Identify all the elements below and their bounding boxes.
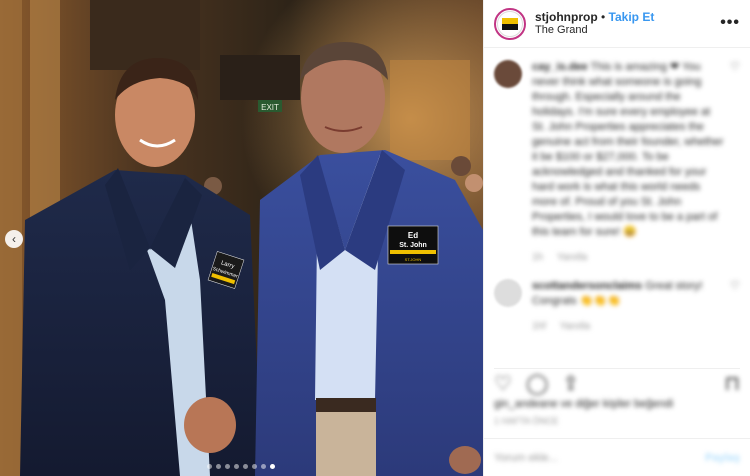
comment-item: cay_is.dee This is amazing ❤ You never t… — [494, 60, 740, 265]
comment-bubble-icon[interactable]: ◯ — [526, 371, 548, 396]
post-date: 1 HAFTA ÖNCE — [494, 416, 559, 426]
carousel-dot — [207, 464, 212, 469]
exit-sign: EXIT — [261, 103, 279, 112]
comment-item: scottandersonclaims Great story! Congrat… — [494, 279, 740, 334]
badge-logo: ST.JOHN — [405, 257, 422, 262]
share-icon[interactable]: ⇪ — [562, 371, 579, 396]
comment-input-divider — [484, 438, 750, 439]
reply-link[interactable]: Yanıtla — [557, 252, 587, 263]
carousel-indicator — [207, 464, 275, 469]
carousel-dot — [234, 464, 239, 469]
comment-input[interactable]: Yorum ekle... — [494, 452, 558, 464]
bookmark-icon[interactable]: ⊓ — [724, 371, 740, 396]
carousel-dot — [243, 464, 248, 469]
carousel-dot — [225, 464, 230, 469]
post-actions: ♡ ◯ ⇪ ⊓ — [494, 368, 740, 396]
previous-image-arrow-icon[interactable]: ‹ — [5, 230, 23, 248]
comment-avatar[interactable] — [494, 279, 522, 307]
post-username[interactable]: stjohnprop — [535, 10, 598, 24]
post-photo[interactable]: EXIT Larry Schwimmer Ed St. John ST.JOHN… — [0, 0, 483, 476]
follow-button[interactable]: Takip Et — [609, 10, 655, 24]
heart-icon[interactable]: ♡ — [724, 279, 740, 334]
post-location[interactable]: The Grand — [535, 24, 654, 37]
like-heart-icon[interactable]: ♡ — [494, 371, 512, 396]
badge-right-first: Ed — [408, 231, 418, 240]
comments-list: cay_is.dee This is amazing ❤ You never t… — [494, 60, 740, 334]
post-comment-button[interactable]: Paylaş — [705, 452, 740, 464]
post-side-panel: stjohnprop • Takip Et The Grand ••• cay_… — [483, 0, 750, 476]
likes-summary[interactable]: gin_andeane ve diğer kişiler beğendi — [494, 398, 740, 410]
separator-dot: • — [601, 10, 606, 24]
badge-right-last: St. John — [399, 242, 427, 249]
comment-text: This is amazing ❤ You never think what s… — [532, 61, 724, 238]
profile-avatar[interactable] — [494, 7, 526, 40]
reply-link[interactable]: Yanıtla — [560, 321, 590, 332]
post-header: stjohnprop • Takip Et The Grand ••• — [484, 0, 750, 48]
carousel-dot — [252, 464, 257, 469]
photo-illustration: EXIT Larry Schwimmer Ed St. John ST.JOHN — [0, 0, 483, 476]
carousel-dot-active — [270, 464, 275, 469]
heart-icon[interactable]: ♡ — [724, 60, 740, 265]
carousel-dot — [216, 464, 221, 469]
comment-author[interactable]: scottandersonclaims — [532, 280, 642, 292]
comment-avatar[interactable] — [494, 60, 522, 88]
carousel-dot — [261, 464, 266, 469]
more-horizontal-icon[interactable]: ••• — [720, 14, 740, 32]
stjohn-logo-icon — [497, 10, 523, 37]
comment-time: 1h — [532, 252, 544, 263]
comment-time: 1hf — [532, 321, 546, 332]
comment-author[interactable]: cay_is.dee — [532, 61, 588, 73]
